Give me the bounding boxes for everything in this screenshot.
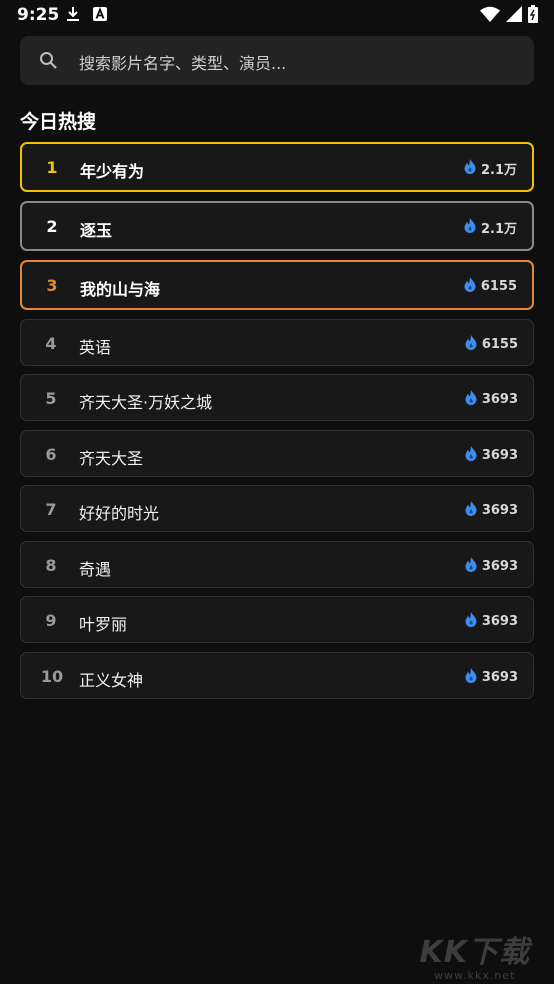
hot-search-item[interactable]: 4 英语 6155 xyxy=(20,319,534,366)
heat-indicator: 2.1万 xyxy=(464,218,517,237)
flame-icon xyxy=(464,218,476,237)
heat-value: 6155 xyxy=(480,279,517,294)
search-input[interactable]: 搜索影片名字、类型、演员... xyxy=(79,50,286,74)
a-badge-icon xyxy=(93,6,107,26)
heat-value: 6155 xyxy=(481,337,518,352)
rank-number: 6 xyxy=(45,445,57,464)
heat-indicator: 3693 xyxy=(465,501,518,520)
rank-number: 1 xyxy=(46,158,58,177)
heat-indicator: 6155 xyxy=(464,277,517,296)
wifi-icon xyxy=(480,6,500,26)
status-bar: 9:25 xyxy=(0,0,554,30)
hot-search-item[interactable]: 7 好好的时光 3693 xyxy=(20,485,534,532)
search-bar[interactable]: 搜索影片名字、类型、演员... xyxy=(20,36,534,85)
flame-icon xyxy=(465,390,477,409)
heat-indicator: 3693 xyxy=(465,390,518,409)
item-title: 好好的时光 xyxy=(79,504,160,523)
watermark-logo: KK下载 xyxy=(419,935,530,970)
hot-search-item[interactable]: 6 齐天大圣 3693 xyxy=(20,430,534,477)
item-title: 齐天大圣 xyxy=(79,449,144,468)
heat-value: 3693 xyxy=(481,670,518,685)
signal-icon xyxy=(506,6,522,26)
heat-value: 2.1万 xyxy=(480,222,517,237)
rank-number: 3 xyxy=(46,276,58,295)
heat-value: 3693 xyxy=(481,448,518,463)
rank-number: 2 xyxy=(46,217,58,236)
watermark-url: www.kkx.net xyxy=(434,969,516,982)
hot-search-item[interactable]: 9 叶罗丽 3693 xyxy=(20,596,534,643)
flame-icon xyxy=(465,668,477,687)
rank-number: 5 xyxy=(45,389,57,408)
flame-icon xyxy=(465,335,477,354)
rank-number: 10 xyxy=(40,667,64,686)
hot-search-item[interactable]: 1 年少有为 2.1万 xyxy=(20,142,534,192)
heat-indicator: 3693 xyxy=(465,612,518,631)
rank-number: 9 xyxy=(45,611,57,630)
item-title: 正义女神 xyxy=(79,671,144,690)
flame-icon xyxy=(464,159,476,178)
search-icon xyxy=(39,51,58,74)
watermark: KK下载 www.kkx.net xyxy=(419,935,531,983)
section-title: 今日热搜 xyxy=(20,111,97,133)
heat-indicator: 2.1万 xyxy=(464,159,517,178)
heat-value: 2.1万 xyxy=(480,163,517,178)
flame-icon xyxy=(465,557,477,576)
status-time: 9:25 xyxy=(17,5,60,25)
flame-icon xyxy=(465,501,477,520)
rank-number: 7 xyxy=(45,500,57,519)
hot-search-item[interactable]: 5 齐天大圣·万妖之城 3693 xyxy=(20,374,534,421)
heat-value: 3693 xyxy=(481,503,518,518)
item-title: 年少有为 xyxy=(80,162,145,181)
flame-icon xyxy=(465,446,477,465)
item-title: 逐玉 xyxy=(80,221,113,240)
hot-search-item[interactable]: 10 正义女神 3693 xyxy=(20,652,534,699)
flame-icon xyxy=(464,277,476,296)
heat-indicator: 3693 xyxy=(465,446,518,465)
battery-icon xyxy=(528,5,538,27)
hot-search-item[interactable]: 8 奇遇 3693 xyxy=(20,541,534,588)
heat-value: 3693 xyxy=(481,392,518,407)
rank-number: 8 xyxy=(45,556,57,575)
item-title: 英语 xyxy=(79,338,112,357)
item-title: 奇遇 xyxy=(79,560,112,579)
flame-icon xyxy=(465,612,477,631)
status-right-icons xyxy=(480,5,538,27)
item-title: 齐天大圣·万妖之城 xyxy=(79,393,213,412)
hot-search-item[interactable]: 3 我的山与海 6155 xyxy=(20,260,534,310)
item-title: 我的山与海 xyxy=(80,280,161,299)
item-title: 叶罗丽 xyxy=(79,615,128,634)
heat-value: 3693 xyxy=(481,559,518,574)
hot-search-item[interactable]: 2 逐玉 2.1万 xyxy=(20,201,534,251)
heat-value: 3693 xyxy=(481,614,518,629)
heat-indicator: 3693 xyxy=(465,668,518,687)
download-icon xyxy=(66,6,80,26)
heat-indicator: 6155 xyxy=(465,335,518,354)
rank-number: 4 xyxy=(45,334,57,353)
heat-indicator: 3693 xyxy=(465,557,518,576)
